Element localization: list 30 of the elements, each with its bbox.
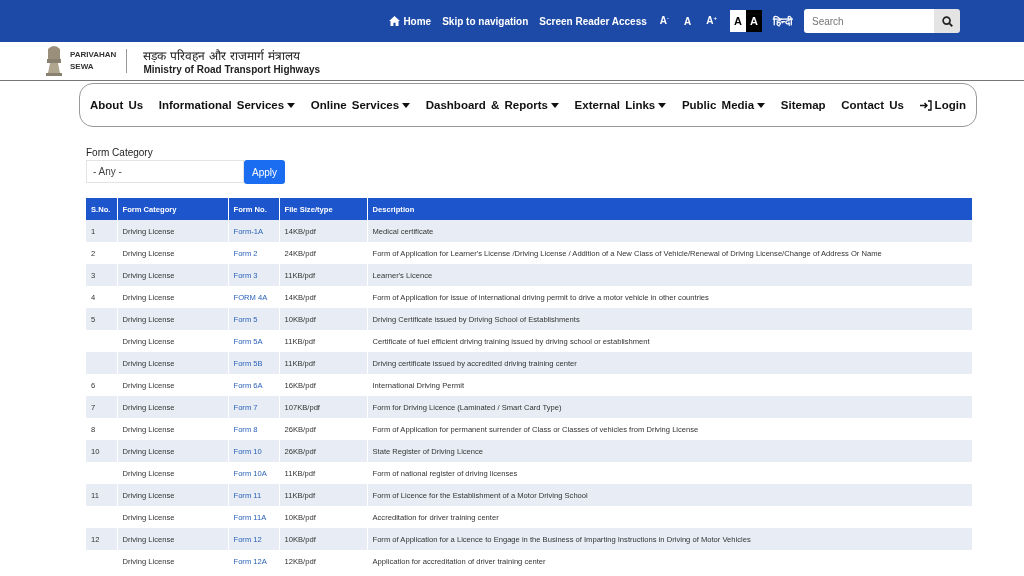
emblem-icon: [44, 45, 64, 77]
language-link[interactable]: हिन्दी: [773, 14, 793, 28]
font-size-button[interactable]: A: [682, 15, 694, 27]
nav-link[interactable]: Dashboard & Reports: [425, 99, 559, 111]
filter-label: Form Category: [86, 147, 154, 158]
nav-link[interactable]: Online Services: [310, 99, 411, 111]
font-size-button[interactable]: A$^{+}$: [704, 15, 719, 27]
search-field[interactable]: Search: [804, 9, 934, 33]
nav-link[interactable]: Informational Services: [158, 99, 296, 111]
nav-link[interactable]: Public Media: [681, 99, 766, 111]
top-link[interactable]: Screen Reader Access: [539, 15, 647, 27]
contrast-button[interactable]: A: [730, 10, 746, 32]
apply-button[interactable]: Apply: [244, 160, 285, 184]
nav-link[interactable]: External Links: [574, 99, 667, 111]
nav-link[interactable]: Login: [919, 99, 966, 111]
nav-link[interactable]: About Us: [90, 99, 144, 111]
font-size-button[interactable]: A$^{-}$: [657, 15, 671, 27]
nav-link[interactable]: Contact Us: [841, 99, 904, 111]
logo-text: PARIVAHAN SEWA: [70, 49, 128, 73]
search-icon: [941, 15, 953, 27]
search-button[interactable]: [934, 9, 960, 33]
contrast-button[interactable]: A: [746, 10, 762, 32]
top-link[interactable]: Skip to navigation: [442, 15, 529, 27]
ministry-title: Ministry of Road Transport Highways: [143, 64, 321, 75]
nav-link[interactable]: Sitemap: [780, 99, 826, 111]
login-icon: [919, 99, 932, 111]
home-icon: [389, 16, 401, 26]
home-link[interactable]: Home: [389, 15, 432, 27]
ministry-title-hindi: सड़क परिवहन और राजमार्ग मंत्रालय: [143, 48, 301, 64]
category-select[interactable]: - Any -: [86, 160, 244, 183]
